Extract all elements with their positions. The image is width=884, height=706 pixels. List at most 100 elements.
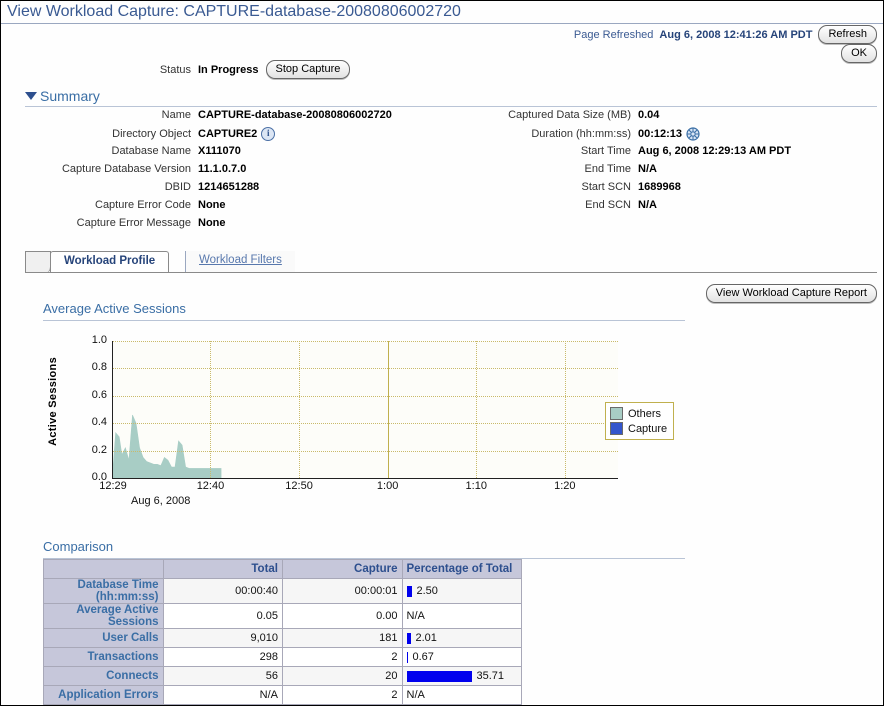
chart-y-tick-label: 0.8 [91,361,107,374]
percentage-bar [406,632,411,644]
table-row: User Calls 9,010 181 2.01 [43,628,522,648]
field-value-text: Aug 6, 2008 12:29:13 AM PDT [638,145,792,157]
field-value-text: N/A [638,163,657,175]
field-label: Start Time [580,145,631,157]
field-value: None [198,217,226,229]
chart-x-tick-label: 12:50 [285,480,313,492]
legend-swatch-capture [610,422,623,435]
chart-gridline-vertical [564,341,566,478]
chart-area-others [113,414,222,478]
chart-x-tick-label: 12:29 [99,480,127,492]
ok-button[interactable]: OK [841,44,877,63]
summary-header[interactable]: Summary [25,88,877,104]
tab-workload-profile[interactable]: Workload Profile [50,251,170,272]
legend-swatch-others [610,407,623,420]
report-button-row: View Workload Capture Report [705,284,877,303]
field-label: End SCN [585,199,631,211]
field-value-text: 0.04 [638,109,660,121]
disclosure-triangle-down-icon[interactable] [25,92,37,100]
chart-x-tick-label: 12:40 [196,480,225,492]
summary-field-capture-error-message: Capture Error Message None [1,217,471,235]
row-header-4: Connects [43,666,164,686]
row-header-2: User Calls [43,628,164,648]
field-value-text: 1214651288 [198,181,260,193]
field-value-text: N/A [638,199,657,211]
summary-field-start-scn: Start SCN 1689968 [471,181,871,199]
info-icon[interactable]: i [261,127,276,141]
field-label: DBID [164,181,191,193]
cell-percentage: 0.67 [401,647,522,667]
chart-gridline-horizontal [113,368,618,370]
field-value: X111070 [198,145,241,157]
cell-percentage: N/A [401,603,522,629]
chart-series-others [113,414,222,478]
page-root: View Workload Capture: CAPTURE-database-… [0,0,884,706]
chart-y-tick-label: 0.4 [91,416,107,429]
column-header-blank [43,559,164,579]
field-value: CAPTURE-database-20080806002720 [198,109,392,121]
field-value: CAPTURE2 i [198,127,276,141]
percentage-bar [406,651,408,663]
field-value-text: 1689968 [638,181,681,193]
chart-gridline-vertical [299,341,301,478]
average-active-sessions-chart: 0.0 0.2 0.4 0.6 0.8 1.0 12:29 12:40 12:50 1:00 1:… [43,327,643,507]
summary-field-end-scn: End SCN N/A [471,199,871,217]
legend-item-capture: Capture [610,421,667,436]
field-label: Name [161,109,191,121]
summary-field-end-time: End Time N/A [471,163,871,181]
page-refreshed-row: Page Refreshed Aug 6, 2008 12:41:26 AM P… [574,25,877,44]
cell-percentage: 2.01 [401,628,522,648]
tab-bar: Workload Profile Workload Filters [25,251,877,273]
field-value-text: 11.1.0.7.0 [198,163,247,175]
chart-gridline-horizontal [113,423,618,425]
field-value-text: CAPTURE-database-20080806002720 [198,109,392,121]
table-row: Database Time (hh:mm:ss) 00:00:40 00:00:01… [43,578,522,604]
field-label: Captured Data Size (MB) [508,109,631,121]
status-label: Status [159,63,191,76]
refresh-round-icon[interactable] [686,127,700,141]
chart-x-tick-label: 1:00 [376,480,399,492]
cell-total: 298 [162,647,283,667]
table-row: Connects 56 20 35.71 [43,666,522,686]
stop-capture-button[interactable]: Stop Capture [265,60,351,79]
chart-legend: Others Capture [605,402,675,440]
cell-capture: 2 [282,647,403,667]
page-refreshed-value: Aug 6, 2008 12:41:26 AM PDT [659,28,813,41]
field-value-text: CAPTURE2 [198,128,258,140]
chart-y-axis-ticks: 0.0 0.2 0.4 0.6 0.8 1.0 [71,334,107,483]
chart-gridline-vertical [476,341,478,478]
summary-field-dbid: DBID 1214651288 [1,181,471,199]
chart-plot-area [112,341,618,479]
cell-capture: 0.00 [282,603,403,629]
ok-button-row: OK [841,44,877,63]
field-value: N/A [638,163,657,175]
cell-capture: 2 [282,685,403,705]
field-value-text: None [198,217,226,229]
row-header-5: Application Errors [43,685,164,705]
field-label: Start SCN [581,181,631,193]
table-header-row: Total Capture Percentage of Total [43,559,522,579]
summary-grid: Name CAPTURE-database-20080806002720 Dir… [1,109,884,235]
field-label: Capture Error Message [76,217,191,229]
table-row: Application Errors N/A 2 N/A [43,685,522,705]
view-workload-capture-report-button[interactable]: View Workload Capture Report [705,284,877,303]
chart-gridline-horizontal [113,395,618,397]
chart-title-divider [43,320,685,321]
summary-field-duration: Duration (hh:mm:ss) 00:12:13 [471,127,871,145]
refresh-button[interactable]: Refresh [818,25,877,44]
field-value: 00:12:13 [638,127,700,141]
chart-gridline-vertical [387,341,389,478]
tab-workload-filters[interactable]: Workload Filters [185,251,295,272]
summary-column-right: Captured Data Size (MB) 0.04 Duration (h… [471,109,871,235]
cell-total: N/A [162,685,283,705]
field-value-text: 00:12:13 [638,128,683,140]
chart-y-tick-label: 1.0 [91,334,107,346]
summary-field-capture-error-code: Capture Error Code None [1,199,471,217]
chart-y-tick-label: 0.2 [91,443,107,456]
percentage-bar [406,585,412,597]
row-header-1: Average Active Sessions [43,603,164,629]
chart-gridline-vertical [210,341,212,478]
percentage-text: N/A [406,689,425,701]
percentage-text: N/A [406,610,425,622]
status-value: In Progress [198,63,259,76]
